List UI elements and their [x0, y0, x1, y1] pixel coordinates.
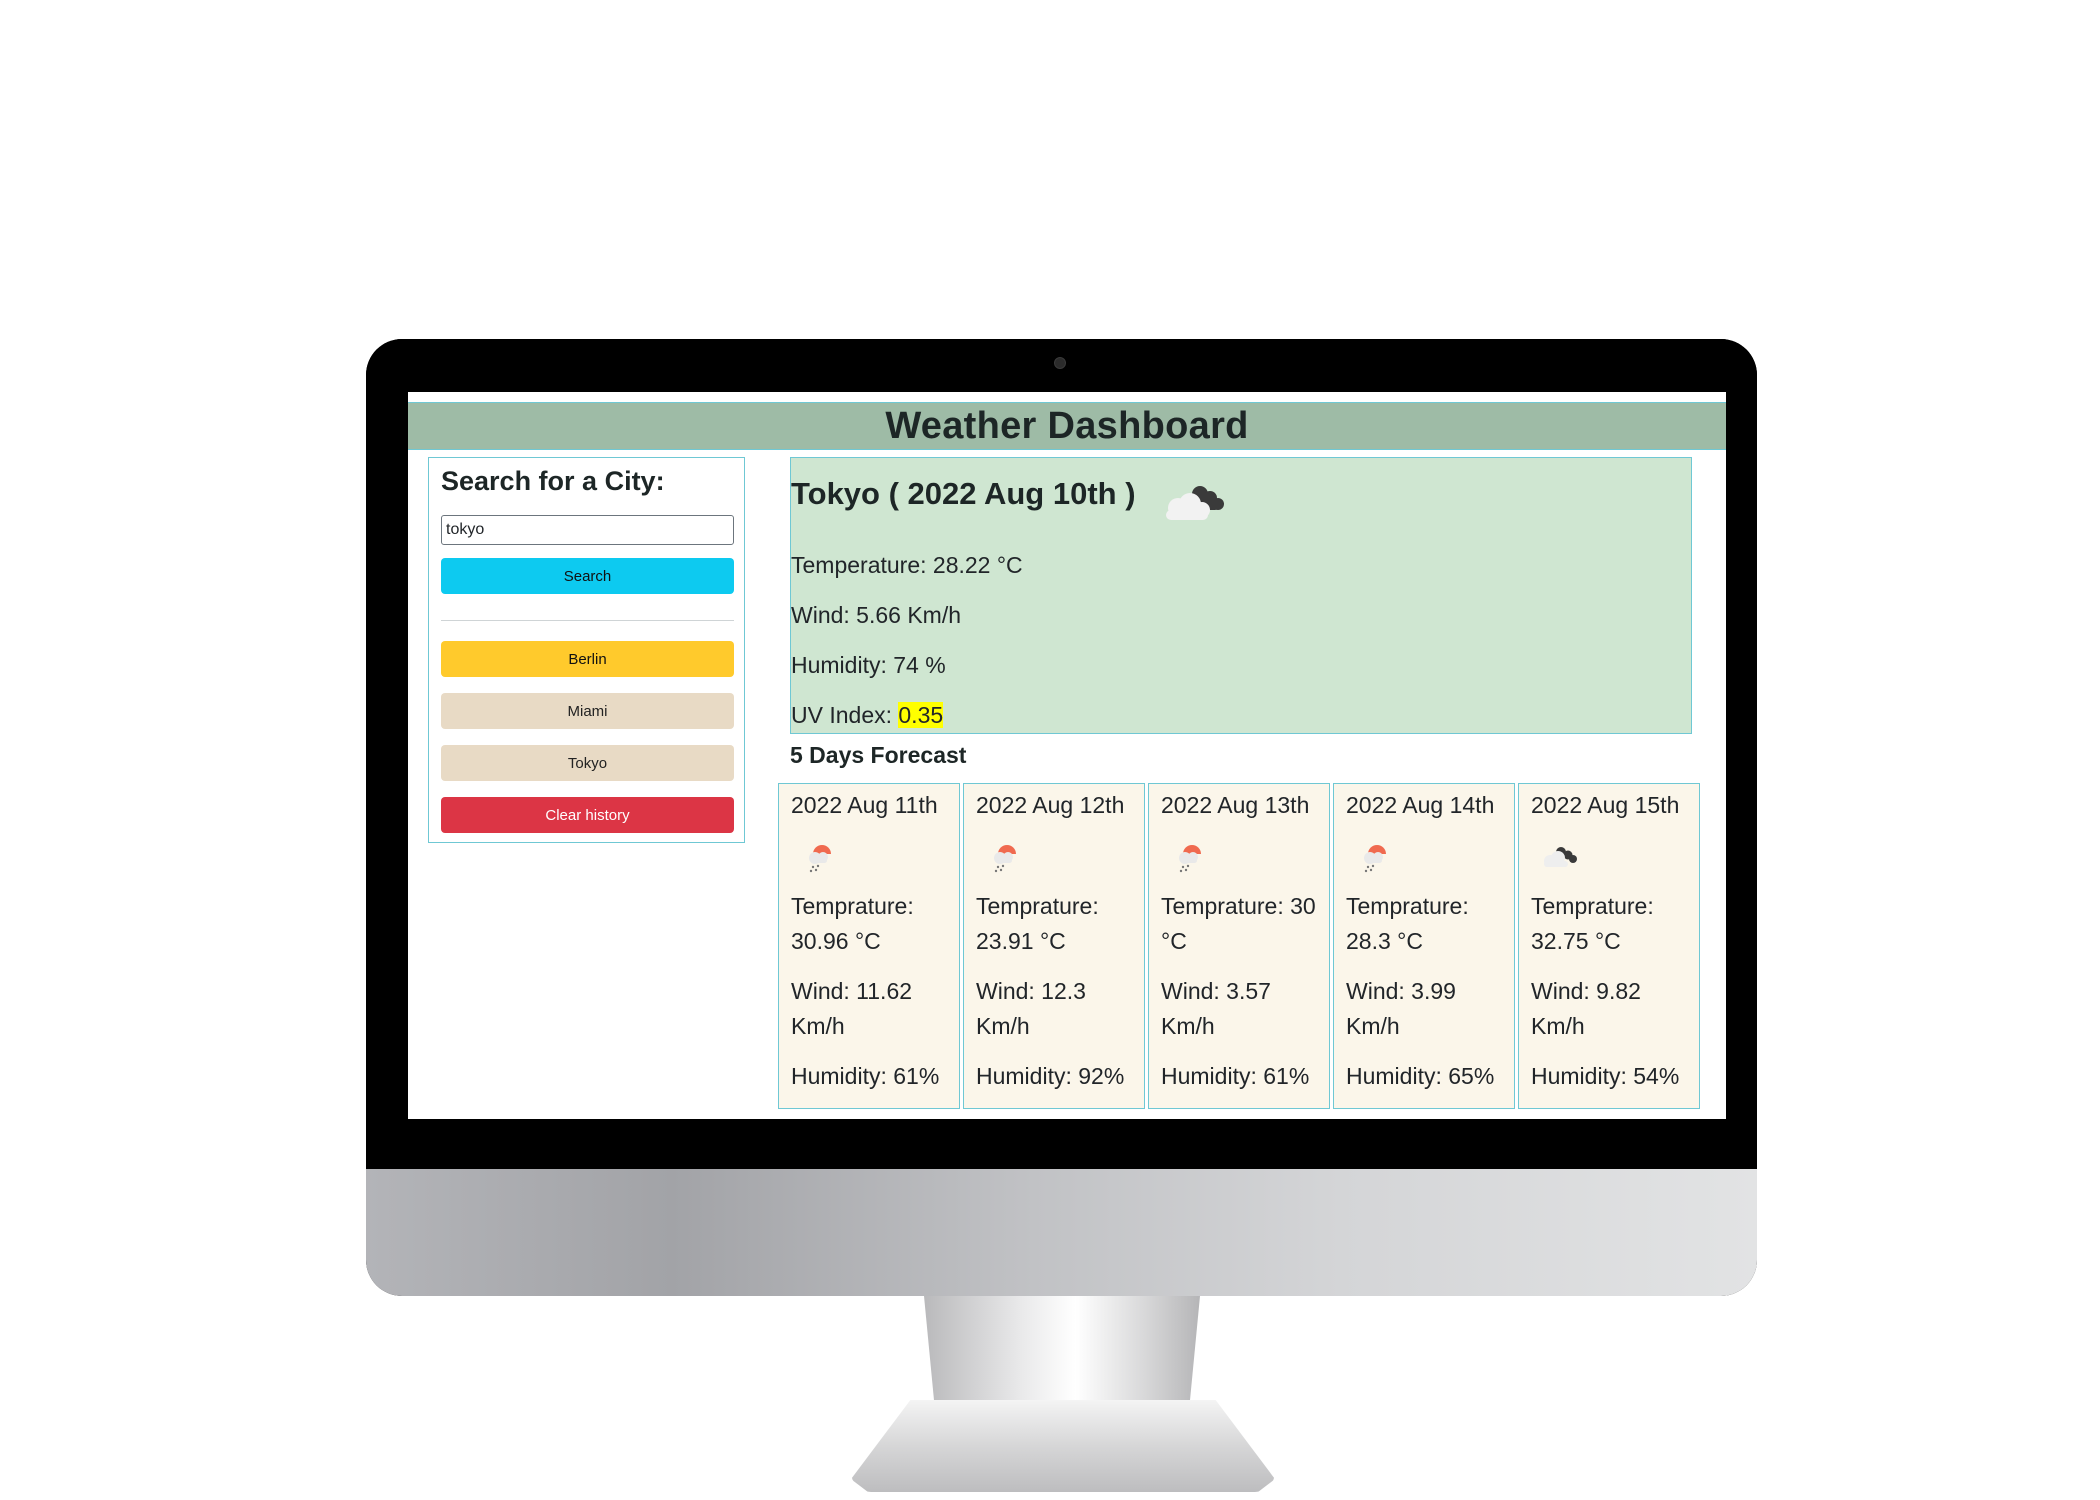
monitor-stand-neck — [924, 1296, 1200, 1411]
forecast-humidity: Humidity: 92% — [976, 1063, 1125, 1089]
forecast-card: 2022 Aug 13th Temprature: 30 °C Wind: 3.… — [1148, 783, 1330, 1109]
uv-label: UV Index: — [791, 702, 899, 728]
forecast-humidity: Humidity: 54% — [1531, 1063, 1680, 1089]
app-header: Weather Dashboard — [408, 402, 1726, 450]
forecast-card: 2022 Aug 11th Temprature: 30.96 °C Wind:… — [778, 783, 960, 1109]
light-rain-icon — [994, 845, 1016, 873]
city-search-input[interactable] — [441, 515, 734, 545]
forecast-card: 2022 Aug 12th Temprature: 23.91 °C Wind:… — [963, 783, 1145, 1109]
forecast-wind: Wind: 11.62 Km/h — [791, 978, 913, 1039]
current-uv-index: UV Index: 0.35 — [791, 702, 944, 729]
monitor-chin — [366, 1169, 1757, 1296]
light-rain-icon — [1179, 845, 1201, 873]
camera-icon — [1054, 357, 1066, 369]
uv-value-badge: 0.35 — [898, 702, 944, 728]
current-weather-panel: Tokyo ( 2022 Aug 10th ) Temperature: 28.… — [790, 457, 1692, 734]
divider — [441, 620, 734, 621]
forecast-date: 2022 Aug 12th — [976, 792, 1125, 818]
forecast-temperature: Temprature: 23.91 °C — [976, 893, 1099, 954]
history-button-berlin[interactable]: Berlin — [441, 641, 734, 677]
current-wind: Wind: 5.66 Km/h — [791, 602, 962, 628]
current-city-title: Tokyo ( 2022 Aug 10th ) — [791, 476, 1136, 511]
broken-clouds-icon — [1166, 486, 1224, 520]
search-title: Search for a City: — [441, 466, 665, 496]
search-panel: Search for a City: Search Berlin Miami T… — [428, 457, 745, 843]
forecast-temperature: Temprature: 30.96 °C — [791, 893, 914, 954]
forecast-temperature: Temprature: 28.3 °C — [1346, 893, 1469, 954]
app-screen: Weather Dashboard Search for a City: Sea… — [408, 392, 1726, 1119]
clear-history-button[interactable]: Clear history — [441, 797, 734, 833]
current-humidity: Humidity: 74 % — [791, 652, 946, 678]
forecast-date: 2022 Aug 14th — [1346, 792, 1495, 818]
forecast-wind: Wind: 3.99 Km/h — [1346, 978, 1456, 1039]
forecast-humidity: Humidity: 61% — [791, 1063, 940, 1089]
forecast-wind: Wind: 9.82 Km/h — [1531, 978, 1641, 1039]
broken-clouds-icon — [1544, 847, 1577, 867]
search-button[interactable]: Search — [441, 558, 734, 594]
light-rain-icon — [809, 845, 831, 873]
forecast-date: 2022 Aug 11th — [791, 792, 938, 818]
forecast-temperature: Temprature: 32.75 °C — [1531, 893, 1654, 954]
forecast-date: 2022 Aug 13th — [1161, 792, 1310, 818]
forecast-wind: Wind: 12.3 Km/h — [976, 978, 1086, 1039]
current-temperature: Temperature: 28.22 °C — [791, 552, 1023, 578]
forecast-wind: Wind: 3.57 Km/h — [1161, 978, 1271, 1039]
forecast-temperature: Temprature: 30 °C — [1161, 893, 1316, 954]
forecast-date: 2022 Aug 15th — [1531, 792, 1680, 818]
history-button-miami[interactable]: Miami — [441, 693, 734, 729]
light-rain-icon — [1364, 845, 1386, 873]
forecast-card: 2022 Aug 14th Temprature: 28.3 °C Wind: … — [1333, 783, 1515, 1109]
history-button-tokyo[interactable]: Tokyo — [441, 745, 734, 781]
monitor-stand-foot — [851, 1400, 1275, 1492]
page-title: Weather Dashboard — [885, 404, 1249, 447]
forecast-humidity: Humidity: 65% — [1346, 1063, 1495, 1089]
forecast-humidity: Humidity: 61% — [1161, 1063, 1310, 1089]
forecast-title: 5 Days Forecast — [790, 742, 967, 768]
forecast-card: 2022 Aug 15th Temprature: 32.75 °C Wind:… — [1518, 783, 1700, 1109]
